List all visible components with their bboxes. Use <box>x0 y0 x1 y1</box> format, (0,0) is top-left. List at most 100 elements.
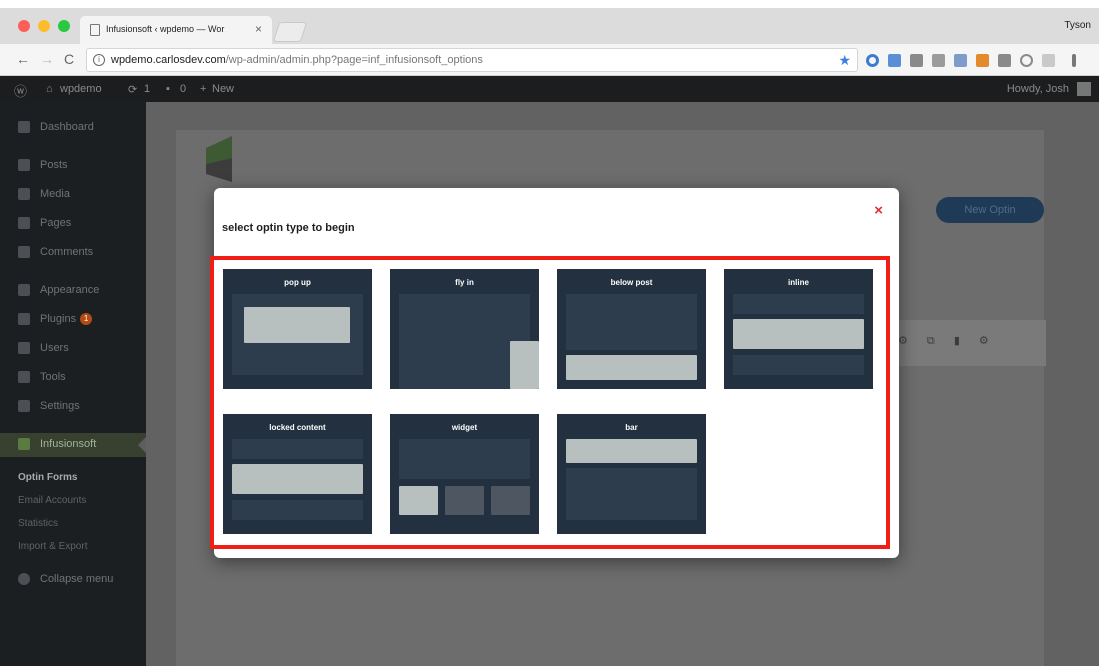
card-label: inline <box>788 278 809 287</box>
card-preview <box>566 294 697 350</box>
popup-preview-block <box>244 307 350 343</box>
sidebar-item-settings[interactable]: Settings <box>0 395 146 419</box>
plus-icon[interactable]: + <box>200 83 206 95</box>
extension-icon[interactable] <box>910 54 923 67</box>
extension-icon[interactable] <box>954 54 967 67</box>
inline-preview-block <box>733 319 864 349</box>
sidebar-item-label: Media <box>40 188 70 200</box>
widget-preview-slot <box>445 486 484 515</box>
tab-close-icon[interactable]: × <box>255 22 262 36</box>
sidebar-item-plugins[interactable]: Plugins 1 <box>0 308 146 332</box>
howdy-user[interactable]: Howdy, Josh <box>1007 83 1069 95</box>
infusionsoft-logo <box>206 136 232 182</box>
brush-icon <box>18 284 30 296</box>
card-label: pop up <box>284 278 311 287</box>
extension-icon[interactable] <box>976 54 989 67</box>
site-name[interactable]: wpdemo <box>60 83 102 95</box>
optin-card-locked-content[interactable]: locked content <box>223 414 372 534</box>
optin-card-inline[interactable]: inline <box>724 269 873 389</box>
optin-type-modal: × select optin type to begin pop up fly … <box>210 188 899 558</box>
profile-name[interactable]: Tyson <box>1064 20 1091 31</box>
extension-icon[interactable] <box>932 54 945 67</box>
sidebar-item-dashboard[interactable]: Dashboard <box>0 116 146 140</box>
bookmark-star-icon[interactable]: ★ <box>838 52 851 69</box>
sidebar-item-comments[interactable]: Comments <box>0 241 146 265</box>
optin-card-below-post[interactable]: below post <box>557 269 706 389</box>
card-preview <box>232 439 363 459</box>
infusionsoft-icon <box>18 438 30 450</box>
home-icon[interactable]: ⌂ <box>46 83 53 95</box>
sidebar-item-media[interactable]: Media <box>0 183 146 207</box>
comments-count[interactable]: 0 <box>180 83 186 95</box>
bar-preview-block <box>566 439 697 463</box>
locked-content-preview-block <box>232 464 363 494</box>
close-icon[interactable]: × <box>874 202 883 219</box>
tab-title: Infusionsoft ‹ wpdemo — Wor <box>106 24 225 34</box>
sidebar-item-label: Pages <box>40 217 72 229</box>
address-bar[interactable]: i wpdemo.carlosdev.com/wp-admin/admin.ph… <box>86 48 858 72</box>
card-preview <box>733 294 864 314</box>
plugins-update-badge: 1 <box>80 313 93 326</box>
card-label: fly in <box>455 278 474 287</box>
sidebar-item-label: Collapse menu <box>40 573 114 585</box>
extension-icon[interactable] <box>1020 54 1033 67</box>
updates-count[interactable]: 1 <box>144 83 150 95</box>
extension-icon[interactable] <box>998 54 1011 67</box>
sidebar-item-pages[interactable]: Pages <box>0 212 146 236</box>
comments-icon[interactable]: ▪ <box>166 83 170 95</box>
card-label: widget <box>451 423 478 432</box>
updates-icon[interactable]: ⟳ <box>128 83 137 96</box>
new-optin-button[interactable]: New Optin <box>936 197 1044 223</box>
optin-card-pop-up[interactable]: pop up <box>223 269 372 389</box>
new-tab-button[interactable] <box>272 22 308 42</box>
forward-icon[interactable]: → <box>40 51 54 67</box>
dashboard-icon <box>18 121 30 133</box>
reload-icon[interactable]: C <box>64 51 74 67</box>
wordpress-logo-icon[interactable]: ⓦ <box>14 81 27 100</box>
zoom-window-button[interactable] <box>58 20 70 32</box>
collapse-menu-button[interactable]: Collapse menu <box>0 568 146 592</box>
sidebar-item-users[interactable]: Users <box>0 337 146 361</box>
current-menu-arrow <box>138 437 146 453</box>
sidebar-item-tools[interactable]: Tools <box>0 366 146 390</box>
extension-icon[interactable] <box>866 54 879 67</box>
optin-card-widget[interactable]: widget <box>390 414 539 534</box>
extension-icon[interactable] <box>1042 54 1055 67</box>
back-icon[interactable]: ← <box>16 51 30 67</box>
sidebar-item-label: Settings <box>40 400 80 412</box>
submenu-import-export[interactable]: Import & Export <box>18 541 87 552</box>
card-preview <box>566 468 697 520</box>
comments-icon <box>18 246 30 258</box>
sidebar-item-label: Posts <box>40 159 68 171</box>
submenu-optin-forms[interactable]: Optin Forms <box>18 472 77 483</box>
minimize-window-button[interactable] <box>38 20 50 32</box>
card-preview <box>399 439 530 479</box>
optin-card-fly-in[interactable]: fly in <box>390 269 539 389</box>
url-text: wpdemo.carlosdev.com/wp-admin/admin.php?… <box>111 54 483 66</box>
optin-card-bar[interactable]: bar <box>557 414 706 534</box>
sidebar-item-posts[interactable]: Posts <box>0 154 146 178</box>
menu-icon[interactable] <box>1072 54 1076 67</box>
sidebar-item-infusionsoft[interactable]: Infusionsoft <box>0 433 146 457</box>
submenu-statistics[interactable]: Statistics <box>18 518 58 529</box>
new-content-link[interactable]: New <box>212 83 234 95</box>
sidebar-item-label: Appearance <box>40 284 100 296</box>
widget-preview-block <box>399 486 438 515</box>
widget-preview-slot <box>491 486 530 515</box>
submenu-email-accounts[interactable]: Email Accounts <box>18 495 86 506</box>
plugins-label: Plugins <box>40 313 77 325</box>
plug-icon <box>18 313 30 325</box>
card-label: locked content <box>269 423 326 432</box>
card-label: below post <box>610 278 653 287</box>
browser-tab[interactable]: Infusionsoft ‹ wpdemo — Wor × <box>80 16 272 44</box>
avatar[interactable] <box>1077 82 1091 96</box>
users-icon <box>18 342 30 354</box>
wrench-icon <box>18 371 30 383</box>
extension-icon[interactable] <box>888 54 901 67</box>
row-action-icons[interactable]: ⚙ ⧉ ▮ ⚙ <box>898 334 997 348</box>
sidebar-item-appearance[interactable]: Appearance <box>0 279 146 303</box>
info-icon[interactable]: i <box>93 54 105 66</box>
below-post-preview-block <box>566 355 697 380</box>
close-window-button[interactable] <box>18 20 30 32</box>
card-preview <box>232 500 363 520</box>
